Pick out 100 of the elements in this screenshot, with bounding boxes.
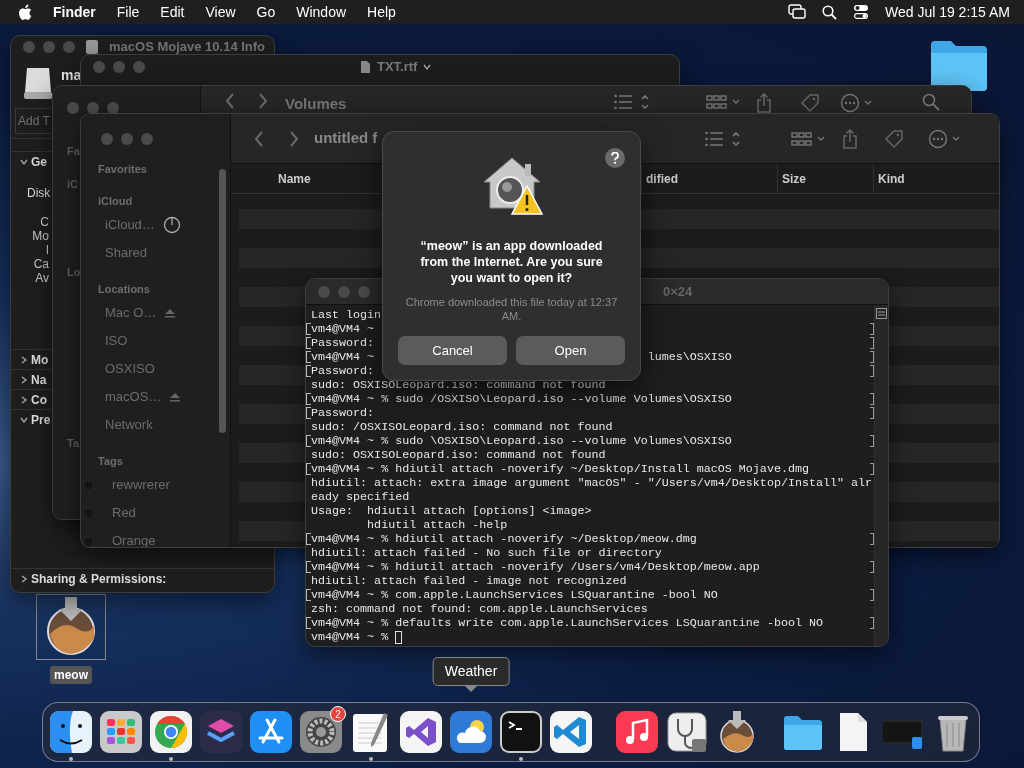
terminal-line: sudo: /OSXISOLeopard.iso: command not found: [311, 420, 613, 434]
field-label: Ca: [32, 257, 49, 271]
terminal-line: vm4@VM4 ~ %: [311, 630, 389, 644]
letter-a-icon[interactable]: [250, 711, 292, 753]
control-toggles-icon[interactable]: [852, 4, 869, 20]
sidebar-heading: Favorites: [98, 162, 148, 177]
terminal-line: vm4@VM4 ~ % com.apple.LaunchServices LSQuarantine -bool NO: [311, 588, 718, 602]
terminal-line: Usage: hdiutil attach [options] <image>: [311, 504, 592, 518]
share-icon[interactable]: [756, 93, 773, 113]
window-title: macOS Mojave 10.14 Info: [109, 38, 266, 57]
angled-bands-icon[interactable]: [550, 711, 592, 753]
sidebar-heading: Ta: [67, 436, 81, 451]
window-title: untitled f: [314, 128, 378, 149]
chevron-right-icon[interactable]: [20, 355, 28, 364]
chevron-right-icon[interactable]: [20, 395, 28, 404]
dialog-title: “meow” is an app downloaded from the Internet. Are you sure you want to open it?: [419, 238, 604, 286]
terminal-line: hdiutil: attach: extra image argument "macOS" - "/Users/vm4/Desktop/Install" alr: [311, 476, 873, 490]
menu-item[interactable]: Window: [296, 1, 347, 23]
section-header[interactable]: Sharing & Permissions:: [31, 569, 167, 588]
stacked-layers-icon[interactable]: [200, 711, 242, 753]
eject-icon[interactable]: [164, 308, 177, 318]
help-button[interactable]: [605, 148, 625, 168]
window-title: Volumes: [285, 94, 347, 114]
tags-field[interactable]: Add T: [15, 108, 51, 134]
terminal-line: sudo: OSXISOLeopard.iso: command not found: [311, 448, 606, 462]
menu-item[interactable]: File: [116, 1, 140, 23]
back-chevron-icon[interactable]: [254, 130, 264, 147]
tag-icon[interactable]: [800, 93, 821, 113]
split-pane-icon[interactable]: [876, 308, 887, 319]
chevron-right-icon[interactable]: [20, 375, 28, 384]
dialog-message: Chrome downloaded this file today at 12:37 AM.: [404, 295, 619, 323]
terminal-line: hdiutil attach -help: [366, 518, 508, 532]
menu-item[interactable]: Edit: [160, 1, 185, 23]
disk-image-download-icon[interactable]: [36, 594, 106, 660]
tooltip-arrow: [465, 686, 477, 692]
drive-icon: [23, 66, 53, 100]
back-chevron-icon[interactable]: [225, 93, 235, 109]
list-view-icon[interactable]: [614, 93, 651, 111]
scroll-bar[interactable]: [219, 169, 226, 433]
question-mark-icon: [611, 152, 619, 164]
sidebar-heading: iCloud: [98, 194, 134, 209]
menu-item[interactable]: Help: [367, 1, 396, 23]
menu-item[interactable]: Go: [256, 1, 276, 23]
section-header[interactable]: Ge: [31, 152, 47, 171]
chevron-right-icon[interactable]: [20, 574, 28, 583]
forward-chevron-icon[interactable]: [289, 130, 299, 147]
chevron-down-icon[interactable]: [423, 63, 432, 71]
music-note-icon[interactable]: [616, 711, 658, 753]
terminal-line: vm4@VM4 ~: [311, 322, 375, 336]
terminal-line: hdiutil: attach failed - image not recognized: [311, 574, 627, 588]
terminal-icon[interactable]: [500, 711, 542, 753]
forward-chevron-icon[interactable]: [258, 93, 268, 109]
open-button[interactable]: Open: [516, 336, 625, 365]
screen-mirroring-icon[interactable]: [787, 4, 806, 20]
terminal-line: vm4@VM4 ~ % hdiutil attach -noverify ~/Desktop/Install macOS Mojave.dmg: [311, 462, 809, 476]
cloud-sun-icon[interactable]: [450, 711, 492, 753]
chevron-down-icon[interactable]: [20, 157, 28, 166]
terminal-line: zsh: command not found: com.apple.LaunchServices: [311, 602, 648, 616]
stethoscope-icon[interactable]: [666, 711, 708, 753]
field-label: I: [44, 243, 49, 257]
ribbon-icon[interactable]: [400, 711, 442, 753]
column-header[interactable]: Kind: [873, 164, 999, 193]
menu-item[interactable]: View: [205, 1, 236, 23]
terminal-line: vm4@VM4 ~ % sudo /OSXISO\Leopard.iso --volume Volumes\OSXISO: [311, 392, 732, 406]
terminal-line: vm4@VM4 ~ % hdiutil attach -noverify ~/Desktop/meow.dmg: [311, 532, 697, 546]
smiling-face-icon[interactable]: [50, 711, 92, 753]
terminal-line: vm4@VM4 ~ % hdiutil attach -noverify /Users/vm4/Desktop/meow.app: [311, 560, 760, 574]
window-title: 0×24: [663, 282, 693, 301]
section-header[interactable]: Pre: [31, 410, 51, 429]
menu-clock[interactable]: Wed Jul 19 2:15 AM: [884, 1, 1010, 23]
window-title: TXT.rtf: [377, 58, 418, 77]
tooltip: Weather: [432, 657, 510, 686]
app-grid-icon[interactable]: [100, 711, 142, 753]
search-icon[interactable]: [821, 4, 837, 20]
file-label[interactable]: meow: [50, 666, 92, 684]
folder-icon[interactable]: [929, 39, 989, 91]
terminal-line: hdiutil: attach failed - No such file or directory: [311, 546, 662, 560]
terminal-line: Password:: [311, 364, 375, 378]
sidebar-heading: Tags: [98, 454, 124, 469]
chevron-down-icon[interactable]: [20, 415, 28, 424]
apple-logo-icon[interactable]: [18, 3, 32, 21]
sidebar-heading: iC: [67, 177, 79, 192]
terminal-line: eady specified: [311, 490, 410, 504]
field-label: C: [39, 215, 49, 229]
menu-item[interactable]: Finder: [53, 1, 96, 23]
cancel-button[interactable]: Cancel: [398, 336, 507, 365]
terminal-line: Password:: [311, 336, 375, 350]
list-view-icon[interactable]: [705, 129, 742, 148]
terminal-line: vm4@VM4 ~ % defaults write com.apple.LaunchServices LSQuarantine -bool NO: [311, 616, 823, 630]
field-heading: Disk: [27, 185, 51, 201]
eject-icon[interactable]: [169, 392, 182, 402]
terminal-line: Last login: [311, 308, 382, 322]
section-header[interactable]: Na: [31, 370, 47, 389]
gear-icon[interactable]: [300, 711, 342, 753]
terminal-line: vm4@VM4 ~: [311, 350, 375, 364]
tag-icon[interactable]: [884, 128, 905, 149]
column-header[interactable]: Size: [777, 164, 873, 193]
section-header[interactable]: Co: [31, 390, 47, 409]
share-icon[interactable]: [842, 128, 859, 149]
section-header[interactable]: Mo: [31, 350, 49, 369]
